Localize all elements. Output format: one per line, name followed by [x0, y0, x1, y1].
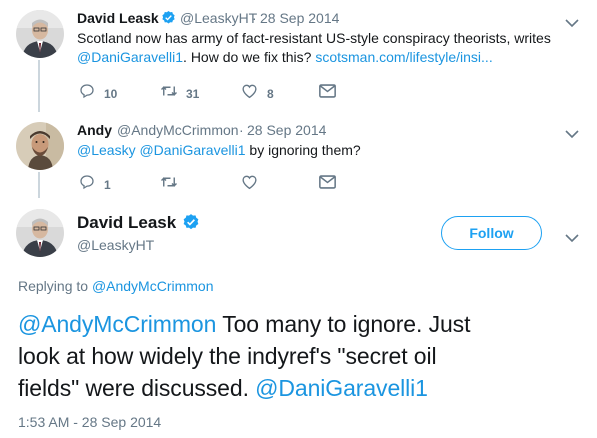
replying-to-label: Replying to: [18, 278, 89, 294]
tweet-text: Scotland now has army of fact-resistant …: [77, 29, 551, 48]
chevron-down-icon[interactable]: [565, 230, 579, 248]
mention-link[interactable]: @DaniGaravelli1: [255, 375, 428, 401]
like-count: 8: [267, 86, 274, 101]
like-button[interactable]: [241, 174, 258, 195]
tweet-text: @AndyMcCrimmon Too many to ignore. Just: [18, 308, 470, 340]
tweet-text-line: Scotland now has army of fact-resistant …: [77, 30, 551, 46]
follow-button[interactable]: Follow: [441, 216, 542, 250]
reply-icon: [79, 83, 95, 104]
avatar[interactable]: [16, 122, 64, 170]
tweet-text: look at how widely the indyref's "secret…: [18, 340, 437, 372]
tweet-text-line: fields" were discussed.: [18, 375, 249, 401]
heart-icon: [241, 83, 258, 104]
author-name[interactable]: David Leask: [77, 213, 176, 233]
envelope-icon: [319, 84, 336, 102]
tweet-date[interactable]: 28 Sep 2014: [247, 122, 326, 138]
avatar[interactable]: [16, 10, 64, 58]
tweet-text-line: look at how widely the indyref's "secret…: [18, 343, 437, 369]
tweet-date[interactable]: 28 Sep 2014: [260, 10, 339, 26]
verified-badge-icon: [161, 10, 176, 30]
thread-line: [38, 60, 40, 112]
tweet-text: @DaniGaravelli1. How do we fix this? sco…: [77, 48, 493, 67]
like-button[interactable]: 8: [241, 83, 274, 104]
chevron-down-icon[interactable]: [565, 15, 579, 33]
reply-button[interactable]: 10: [79, 83, 117, 104]
author-name[interactable]: Andy: [77, 122, 112, 138]
chevron-down-icon[interactable]: [565, 126, 579, 144]
envelope-icon: [319, 175, 336, 193]
heart-icon: [241, 175, 258, 194]
separator-dot: ·: [239, 122, 244, 138]
mention-link[interactable]: @DaniGaravelli1: [139, 142, 245, 158]
tweet-text: @Leasky @DaniGaravelli1 by ignoring them…: [77, 141, 361, 160]
author-name[interactable]: David Leask: [77, 10, 159, 26]
mention-link[interactable]: @DaniGaravelli1: [77, 49, 183, 65]
mention-link[interactable]: @Leasky: [77, 142, 136, 158]
retweet-icon: [160, 177, 178, 194]
separator-dot: ·: [252, 10, 257, 26]
tweet-text-line: Too many to ignore. Just: [222, 311, 471, 337]
retweet-count: 31: [186, 86, 200, 101]
tweet-text-line: by ignoring them?: [249, 142, 361, 158]
retweet-button[interactable]: [160, 174, 178, 195]
thread-line: [38, 172, 40, 198]
author-handle[interactable]: @LeaskyHT: [77, 237, 154, 253]
tweet-timestamp[interactable]: 1:53 AM - 28 Sep 2014: [18, 414, 161, 430]
reply-button[interactable]: 1: [79, 174, 111, 195]
reply-icon: [79, 174, 95, 195]
message-button[interactable]: [319, 84, 336, 103]
tweet-text-line: . How do we fix this?: [183, 49, 312, 65]
verified-badge-icon: [182, 213, 200, 236]
tweet-text: fields" were discussed. @DaniGaravelli1: [18, 372, 428, 404]
avatar[interactable]: [16, 209, 64, 257]
message-button[interactable]: [319, 175, 336, 194]
mention-link[interactable]: @AndyMcCrimmon: [92, 278, 214, 294]
retweet-icon: [160, 83, 178, 104]
author-handle[interactable]: @AndyMcCrimmon: [117, 122, 239, 138]
retweet-button[interactable]: 31: [160, 83, 199, 104]
author-handle[interactable]: @LeaskyHT: [180, 10, 257, 26]
url-link[interactable]: scotsman.com/lifestyle/insi...: [315, 49, 492, 65]
reply-count: 10: [104, 86, 118, 101]
mention-link[interactable]: @AndyMcCrimmon: [18, 311, 216, 337]
replying-to: Replying to @AndyMcCrimmon: [18, 278, 214, 294]
reply-count: 1: [104, 177, 111, 192]
